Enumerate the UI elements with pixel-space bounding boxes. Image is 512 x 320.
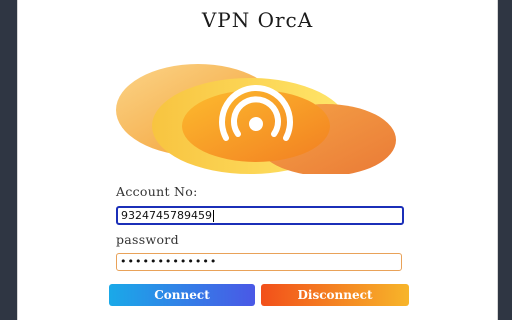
connect-button[interactable]: Connect [109, 284, 255, 306]
password-input[interactable]: ••••••••••••• [116, 253, 402, 271]
vpn-panel: VPN OrcA Account No: 9324745789459 passw… [17, 0, 498, 320]
app-title: VPN OrcA [201, 8, 314, 32]
password-value: ••••••••••••• [120, 255, 218, 268]
text-caret [212, 210, 214, 222]
account-number-input[interactable]: 9324745789459 [116, 206, 404, 225]
account-number-value: 9324745789459 [121, 209, 212, 222]
disconnect-button[interactable]: Disconnect [261, 284, 409, 306]
orca-logo [116, 64, 396, 174]
password-label: password [116, 232, 179, 247]
account-number-label: Account No: [116, 184, 198, 199]
